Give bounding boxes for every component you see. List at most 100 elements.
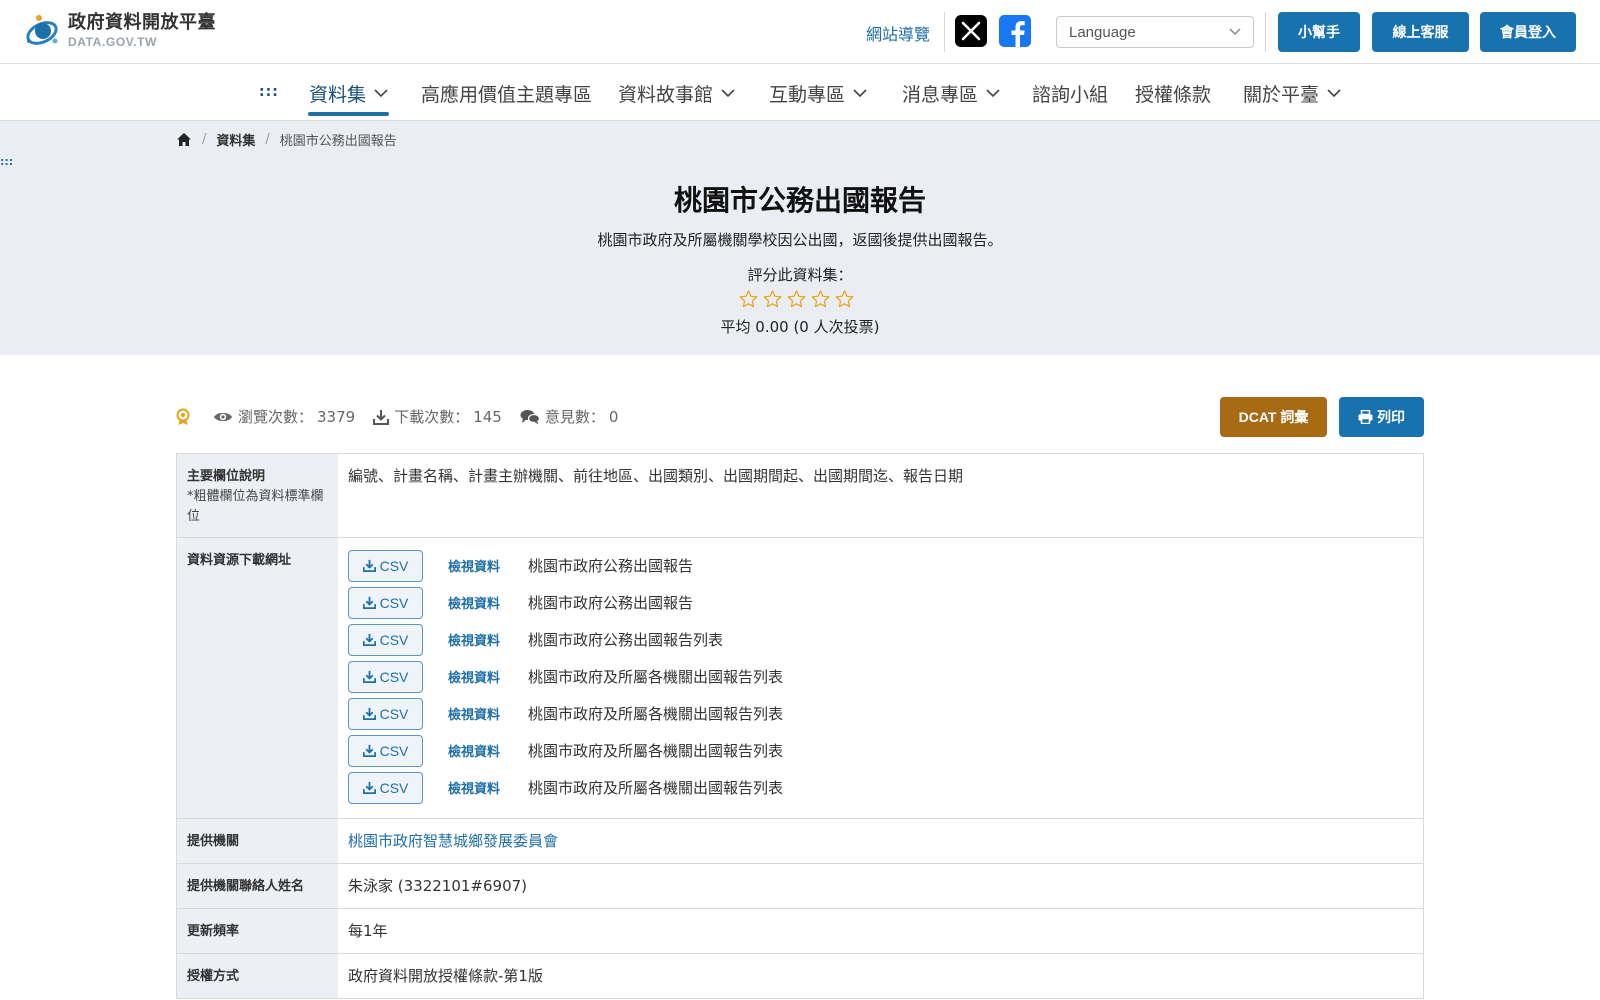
dataset-stats: 瀏覽次數： 3379 下載次數： 145 意見數： 0 xyxy=(176,406,636,427)
resource-row: CSV 檢視資料 桃園市政府公務出國報告 xyxy=(348,584,1413,621)
nav-item-interactive[interactable]: 互動專區 xyxy=(769,80,867,107)
csv-label: CSV xyxy=(379,594,409,611)
home-icon[interactable] xyxy=(176,132,192,147)
view-data-link[interactable]: 檢視資料 xyxy=(448,704,528,723)
nav-label: 互動專區 xyxy=(769,84,846,106)
rating-label: 評分此資料集： xyxy=(747,266,853,284)
csv-download-button[interactable]: CSV xyxy=(348,771,423,804)
facebook-icon[interactable] xyxy=(999,15,1031,47)
nav-label: 關於平臺 xyxy=(1243,84,1320,106)
resource-name: 桃園市政府公務出國報告 xyxy=(528,557,694,575)
star-icon[interactable] xyxy=(739,290,758,308)
nav-label: 消息專區 xyxy=(902,84,979,106)
comments-stat: 意見數： 0 xyxy=(520,406,619,427)
header-divider xyxy=(1265,12,1266,52)
view-data-link[interactable]: 檢視資料 xyxy=(448,667,528,686)
csv-label: CSV xyxy=(379,779,409,796)
csv-label: CSV xyxy=(379,557,409,574)
view-data-link[interactable]: 檢視資料 xyxy=(448,630,528,649)
resource-name: 桃園市政府及所屬各機關出國報告列表 xyxy=(528,705,784,723)
page-title: 桃園市公務出國報告 xyxy=(673,184,926,217)
sitemap-link[interactable]: 網站導覽 xyxy=(866,21,930,45)
license-value: 政府資料開放授權條款-第1版 xyxy=(348,967,543,985)
nav-item-high-value[interactable]: 高應用價值主題專區 xyxy=(421,80,592,107)
nav-item-advisory[interactable]: 諮詢小組 xyxy=(1032,80,1108,107)
star-icon[interactable] xyxy=(835,290,854,308)
contact-label: 提供機關聯絡人姓名 xyxy=(177,864,338,908)
nav-label: 資料故事館 xyxy=(618,84,714,106)
resource-row: CSV 檢視資料 桃園市政府公務出國報告 xyxy=(348,547,1413,584)
helper-button[interactable]: 小幫手 xyxy=(1278,12,1360,52)
download-icon xyxy=(362,596,376,609)
logo-text-en: DATA.GOV.TW xyxy=(68,34,158,49)
download-icon xyxy=(362,781,376,794)
eye-icon xyxy=(214,412,232,421)
view-data-link[interactable]: 檢視資料 xyxy=(448,741,528,760)
view-data-link[interactable]: 檢視資料 xyxy=(448,556,528,575)
online-support-button[interactable]: 線上客服 xyxy=(1372,12,1469,52)
comments-count: 0 xyxy=(608,407,619,426)
fields-note: *粗體欄位為資料標準欄位 xyxy=(187,489,324,525)
csv-label: CSV xyxy=(379,742,409,759)
chevron-down-icon xyxy=(986,89,1000,98)
resource-row: CSV 檢視資料 桃園市政府及所屬各機關出國報告列表 xyxy=(348,769,1413,806)
downloads-count: 145 xyxy=(473,407,502,426)
csv-download-button[interactable]: CSV xyxy=(348,697,423,730)
resource-name: 桃園市政府及所屬各機關出國報告列表 xyxy=(528,742,784,760)
nav-item-news[interactable]: 消息專區 xyxy=(902,80,1000,107)
site-logo[interactable]: 政府資料開放平臺 DATA.GOV.TW xyxy=(22,10,216,52)
csv-label: CSV xyxy=(379,705,409,722)
nav-label: 諮詢小組 xyxy=(1032,84,1109,106)
csv-download-button[interactable]: CSV xyxy=(348,623,423,656)
x-twitter-icon[interactable] xyxy=(955,15,987,47)
resource-list: CSV 檢視資料 桃園市政府公務出國報告 CSV 檢視資料 桃園市政府公務出國報告 CSV 檢… xyxy=(338,538,1423,818)
rating-average: 平均 0.00 (0 人次投票) xyxy=(720,318,880,336)
csv-label: CSV xyxy=(379,631,409,648)
view-data-link[interactable]: 檢視資料 xyxy=(448,593,528,612)
comments-icon xyxy=(520,409,540,424)
resource-row: CSV 檢視資料 桃園市政府公務出國報告列表 xyxy=(348,621,1413,658)
nav-item-datasets[interactable]: 資料集 xyxy=(309,80,388,107)
content-accesskey-dots[interactable]: ::: xyxy=(0,155,13,168)
member-login-button[interactable]: 會員登入 xyxy=(1480,12,1576,52)
resources-label: 資料資源下載網址 xyxy=(177,538,338,818)
views-stat: 瀏覽次數： 3379 xyxy=(213,406,355,427)
dataset-detail-table: 主要欄位說明 *粗體欄位為資料標準欄位 編號、計畫名稱、計畫主辦機關、前往地區、… xyxy=(176,453,1424,999)
frequency-label: 更新頻率 xyxy=(177,909,338,953)
provider-link[interactable]: 桃園市政府智慧城鄉發展委員會 xyxy=(348,832,558,850)
nav-item-about[interactable]: 關於平臺 xyxy=(1243,80,1341,107)
table-row: 主要欄位說明 *粗體欄位為資料標準欄位 編號、計畫名稱、計畫主辦機關、前往地區、… xyxy=(177,454,1423,538)
table-row: 授權方式 政府資料開放授權條款-第1版 xyxy=(177,954,1423,999)
star-icon[interactable] xyxy=(787,290,806,308)
language-select[interactable]: Language xyxy=(1056,16,1254,48)
logo-globe-icon xyxy=(22,10,64,52)
breadcrumb-datasets[interactable]: 資料集 xyxy=(216,130,255,149)
resource-row: CSV 檢視資料 桃園市政府及所屬各機關出國報告列表 xyxy=(348,658,1413,695)
rating-stars[interactable] xyxy=(739,290,854,308)
csv-download-button[interactable]: CSV xyxy=(348,549,423,582)
csv-download-button[interactable]: CSV xyxy=(348,586,423,619)
table-row: 資料資源下載網址 CSV 檢視資料 桃園市政府公務出國報告 CSV 檢視資料 桃園市政府公… xyxy=(177,538,1423,819)
csv-download-button[interactable]: CSV xyxy=(348,660,423,693)
row-header-fields: 主要欄位說明 *粗體欄位為資料標準欄位 xyxy=(177,454,338,537)
print-button[interactable]: 列印 xyxy=(1339,397,1424,437)
star-icon[interactable] xyxy=(811,290,830,308)
csv-download-button[interactable]: CSV xyxy=(348,734,423,767)
fields-value: 編號、計畫名稱、計畫主辦機關、前往地區、出國類別、出國期間起、出國期間迄、報告日… xyxy=(348,467,964,485)
table-row: 提供機關聯絡人姓名 朱泳家 (3322101#6907) xyxy=(177,864,1423,909)
nav-label: 資料集 xyxy=(309,84,367,106)
resource-name: 桃園市政府及所屬各機關出國報告列表 xyxy=(528,668,784,686)
nav-accesskey-dots[interactable]: ::: xyxy=(259,84,279,100)
award-badge-icon xyxy=(176,408,190,425)
download-icon xyxy=(362,559,376,572)
star-icon[interactable] xyxy=(763,290,782,308)
view-data-link[interactable]: 檢視資料 xyxy=(448,778,528,797)
nav-item-data-stories[interactable]: 資料故事館 xyxy=(618,80,735,107)
frequency-value: 每1年 xyxy=(348,922,388,940)
nav-item-license[interactable]: 授權條款 xyxy=(1135,80,1211,107)
chevron-down-icon xyxy=(721,89,735,98)
dcat-vocabulary-button[interactable]: DCAT 詞彙 xyxy=(1220,397,1327,437)
csv-label: CSV xyxy=(379,668,409,685)
main-nav: ::: 資料集 高應用價值主題專區 資料故事館 互動專區 消息專區 諮詢小組 授… xyxy=(0,64,1600,121)
provider-cell: 桃園市政府智慧城鄉發展委員會 xyxy=(338,819,1423,863)
